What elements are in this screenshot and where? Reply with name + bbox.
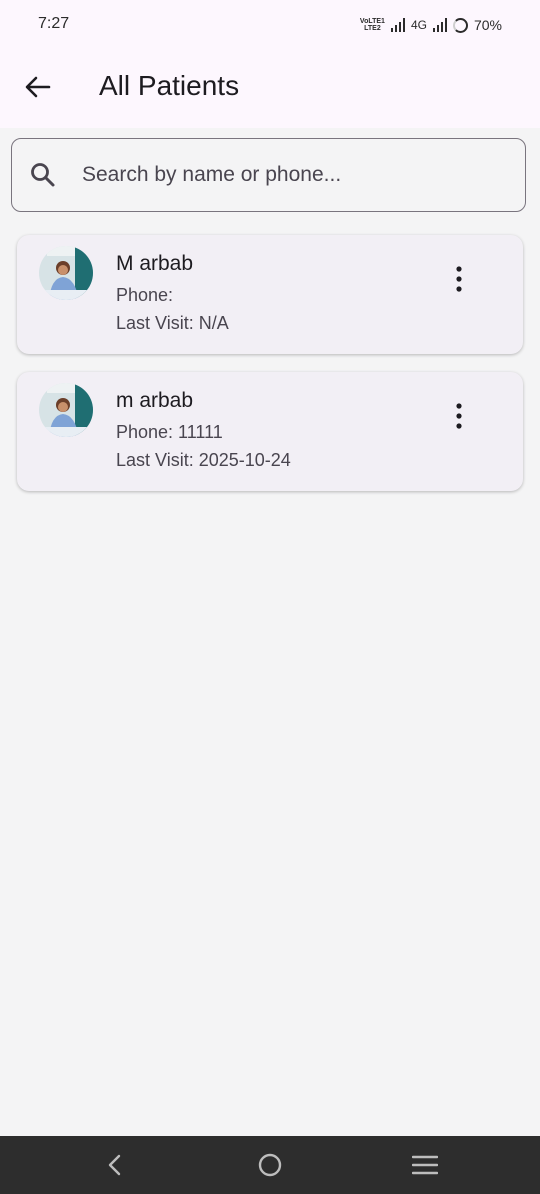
nav-home-icon xyxy=(258,1153,282,1177)
search-input[interactable] xyxy=(82,139,512,210)
more-vert-icon xyxy=(456,266,462,292)
system-nav-bar xyxy=(0,1136,540,1194)
page-title: All Patients xyxy=(99,70,240,101)
patient-name: M arbab xyxy=(116,252,194,275)
volte-label-2: LTE2 xyxy=(364,25,381,32)
app-bar: All Patients xyxy=(0,50,540,128)
nav-menu-icon xyxy=(412,1155,438,1175)
more-options-button[interactable] xyxy=(439,257,479,301)
nav-back-icon xyxy=(108,1154,121,1176)
patient-card[interactable]: M arbab Phone: Last Visit: N/A xyxy=(17,235,523,354)
signal-icon-2 xyxy=(432,18,447,32)
arrow-left-icon xyxy=(25,76,51,98)
status-time: 7:27 xyxy=(38,15,70,32)
patient-avatar xyxy=(39,246,93,300)
volte-label-1: VoLTE1 xyxy=(359,18,385,25)
search-icon xyxy=(31,163,55,187)
nav-home-button[interactable] xyxy=(250,1149,290,1181)
more-options-button[interactable] xyxy=(439,394,479,438)
nav-back-button[interactable] xyxy=(94,1149,134,1181)
more-vert-icon xyxy=(456,403,462,429)
patient-card[interactable]: m arbab Phone: 11111 Last Visit: 2025-10… xyxy=(17,372,523,491)
status-bar: 7:27 VoLTE1 LTE2 4G 70% xyxy=(0,0,540,50)
patient-name: m arbab xyxy=(116,389,194,412)
patient-avatar xyxy=(39,383,93,437)
battery-icon xyxy=(452,17,468,33)
search-field[interactable] xyxy=(11,138,526,212)
back-button[interactable] xyxy=(16,65,60,109)
signal-icon xyxy=(390,18,405,32)
network-type: 4G xyxy=(410,18,427,32)
patient-last-visit: Last Visit: 2025-10-24 xyxy=(116,450,291,470)
volte-indicator: VoLTE1 LTE2 xyxy=(360,18,385,32)
status-icons: VoLTE1 LTE2 4G 70% xyxy=(360,14,502,36)
patient-phone: Phone: xyxy=(116,285,174,305)
patient-phone: Phone: 11111 xyxy=(116,422,223,442)
battery-percent: 70% xyxy=(473,17,502,33)
nav-menu-button[interactable] xyxy=(405,1149,445,1181)
patient-last-visit: Last Visit: N/A xyxy=(116,313,229,333)
